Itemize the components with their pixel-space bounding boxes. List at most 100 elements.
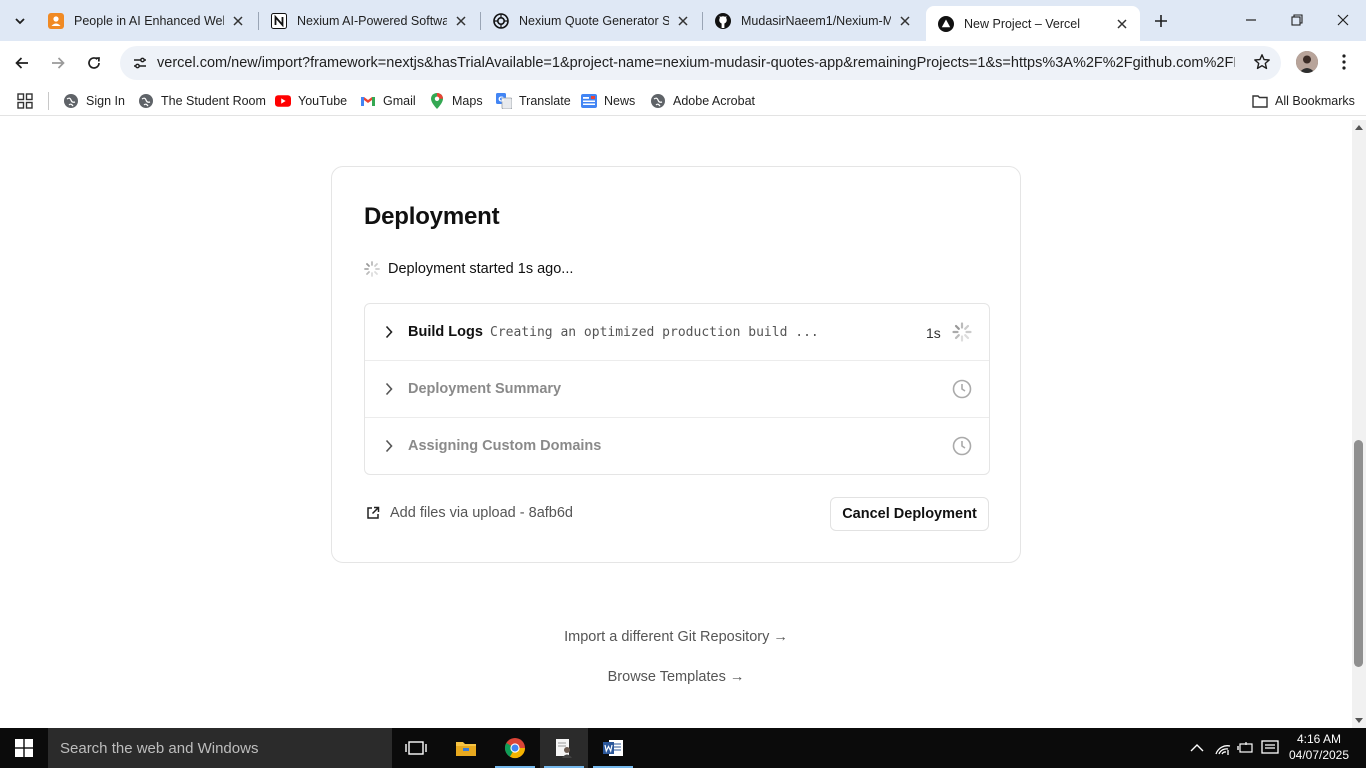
step-assigning-custom-domains[interactable]: Assigning Custom Domains — [365, 418, 989, 475]
address-bar[interactable]: vercel.com/new/import?framework=nextjs&h… — [120, 46, 1281, 80]
page-scrollbar[interactable] — [1352, 120, 1366, 728]
task-view-button[interactable] — [392, 728, 440, 768]
battery-plug-icon — [1237, 742, 1253, 753]
new-tab-button[interactable] — [1148, 8, 1174, 34]
clock-time: 4:16 AM — [1296, 732, 1342, 746]
bookmark-label: Translate — [519, 94, 571, 108]
back-button[interactable] — [6, 47, 38, 79]
apps-button[interactable] — [17, 91, 40, 111]
file-explorer-taskbar[interactable] — [442, 728, 490, 768]
taskbar-search-placeholder: Search the web and Windows — [60, 740, 259, 757]
bookmark-label: News — [604, 94, 636, 108]
url-text: vercel.com/new/import?framework=nextjs&h… — [157, 55, 1235, 71]
system-clock[interactable]: 4:16 AM 04/07/2025 — [1286, 731, 1352, 763]
import-git-repo-link[interactable]: Import a different Git Repository → — [0, 629, 1352, 645]
tab-search-button[interactable] — [6, 8, 34, 34]
show-hidden-icons-button[interactable] — [1187, 738, 1207, 758]
bookmark-sign-in[interactable]: Sign In — [63, 91, 125, 111]
network-button[interactable] — [1213, 738, 1233, 758]
reload-button[interactable] — [78, 47, 110, 79]
clock-icon — [952, 436, 972, 456]
windows-logo-icon — [15, 739, 33, 757]
chevron-right-icon — [385, 325, 393, 339]
scrollbar-thumb[interactable] — [1354, 440, 1363, 667]
external-link-icon — [367, 506, 380, 519]
close-tab-icon[interactable] — [675, 13, 691, 29]
tab-new-project-vercel[interactable]: New Project – Vercel — [926, 6, 1140, 41]
close-tab-icon[interactable] — [453, 13, 469, 29]
tab-title: Nexium Quote Generator Se — [519, 14, 669, 28]
globe-icon — [138, 93, 154, 109]
minimize-button[interactable] — [1228, 0, 1274, 40]
youtube-icon — [275, 93, 291, 109]
browser-menu-button[interactable] — [1334, 51, 1354, 73]
tab-github-repo[interactable]: MudasirNaeem1/Nexium-M — [703, 7, 923, 35]
bookmark-youtube[interactable]: YouTube — [275, 91, 347, 111]
bookmark-label: Maps — [452, 94, 483, 108]
browser-toolbar: vercel.com/new/import?framework=nextjs&h… — [0, 41, 1366, 85]
bookmark-translate[interactable]: G Translate — [496, 91, 571, 111]
chrome-icon — [504, 738, 526, 759]
bookmark-the-student-room[interactable]: The Student Room — [138, 91, 266, 111]
arrow-left-icon — [15, 57, 28, 69]
deployment-status-text: Deployment started 1s ago... — [388, 261, 574, 277]
page-title: Deployment — [364, 203, 500, 230]
site-info-icon[interactable] — [128, 51, 152, 75]
tab-people-in-ai[interactable]: People in AI Enhanced Web — [36, 7, 256, 35]
taskbar-search-box[interactable]: Search the web and Windows — [48, 728, 392, 768]
arrow-right-icon — [52, 57, 65, 69]
translate-icon: G — [496, 93, 512, 109]
chevron-right-icon — [385, 382, 393, 396]
build-elapsed-time: 1s — [926, 325, 941, 341]
bookmark-gmail[interactable]: Gmail — [360, 91, 416, 111]
restore-button[interactable] — [1274, 0, 1320, 40]
chevron-up-icon — [1190, 744, 1204, 752]
chevron-right-icon — [385, 439, 393, 453]
scroll-up-arrow[interactable] — [1355, 125, 1363, 130]
chevron-down-icon — [15, 18, 25, 25]
bookmark-label: YouTube — [298, 94, 348, 108]
close-tab-icon[interactable] — [897, 13, 913, 29]
bookmark-label: Sign In — [86, 94, 125, 108]
start-button[interactable] — [0, 728, 48, 768]
tab-nexium-ai-powered[interactable]: Nexium AI-Powered Softwar — [259, 7, 479, 35]
tab-nexium-quote-generator[interactable]: Nexium Quote Generator Se — [481, 7, 701, 35]
commit-text: Add files via upload - 8afb6d — [390, 505, 573, 521]
scroll-down-arrow[interactable] — [1355, 718, 1363, 723]
page-content: Deployment Deployment started 1s ago... … — [0, 120, 1352, 728]
news-icon — [581, 93, 597, 109]
deployment-status: Deployment started 1s ago... — [364, 261, 573, 277]
globe-icon — [650, 93, 666, 109]
vercel-icon — [938, 15, 954, 32]
tab-strip: People in AI Enhanced Web Nexium AI-Powe… — [0, 0, 1366, 41]
orange-app-icon — [48, 13, 64, 29]
bookmark-star-icon[interactable] — [1253, 53, 1271, 76]
folder-icon — [456, 742, 476, 756]
bookmark-maps[interactable]: Maps — [429, 91, 483, 111]
forward-button[interactable] — [42, 47, 74, 79]
close-tab-icon[interactable] — [230, 13, 246, 29]
bookmark-news[interactable]: News — [581, 91, 635, 111]
step-build-logs[interactable]: Build Logs Creating an optimized product… — [365, 304, 989, 361]
close-tab-icon[interactable] — [1114, 16, 1130, 32]
profile-avatar[interactable] — [1296, 51, 1318, 73]
word-icon — [603, 740, 623, 756]
close-window-button[interactable] — [1320, 0, 1366, 40]
paint-taskbar[interactable] — [540, 728, 588, 768]
word-taskbar[interactable] — [589, 728, 637, 768]
tab-title: Nexium AI-Powered Softwar — [297, 14, 447, 28]
folder-icon — [1252, 93, 1268, 109]
browse-templates-text: Browse Templates → — [607, 669, 745, 685]
loading-spinner-icon — [364, 261, 380, 277]
all-bookmarks-button[interactable]: All Bookmarks — [1252, 91, 1355, 111]
github-icon — [715, 13, 731, 29]
bookmark-adobe-acrobat[interactable]: Adobe Acrobat — [650, 91, 755, 111]
cancel-deployment-button[interactable]: Cancel Deployment — [830, 497, 989, 531]
chrome-taskbar[interactable] — [491, 728, 539, 768]
battery-button[interactable] — [1236, 738, 1256, 758]
close-icon — [1337, 14, 1349, 26]
browse-templates-link[interactable]: Browse Templates → — [0, 669, 1352, 685]
step-deployment-summary[interactable]: Deployment Summary — [365, 361, 989, 418]
action-center-button[interactable] — [1260, 738, 1280, 758]
commit-link[interactable]: Add files via upload - 8afb6d — [364, 505, 573, 521]
